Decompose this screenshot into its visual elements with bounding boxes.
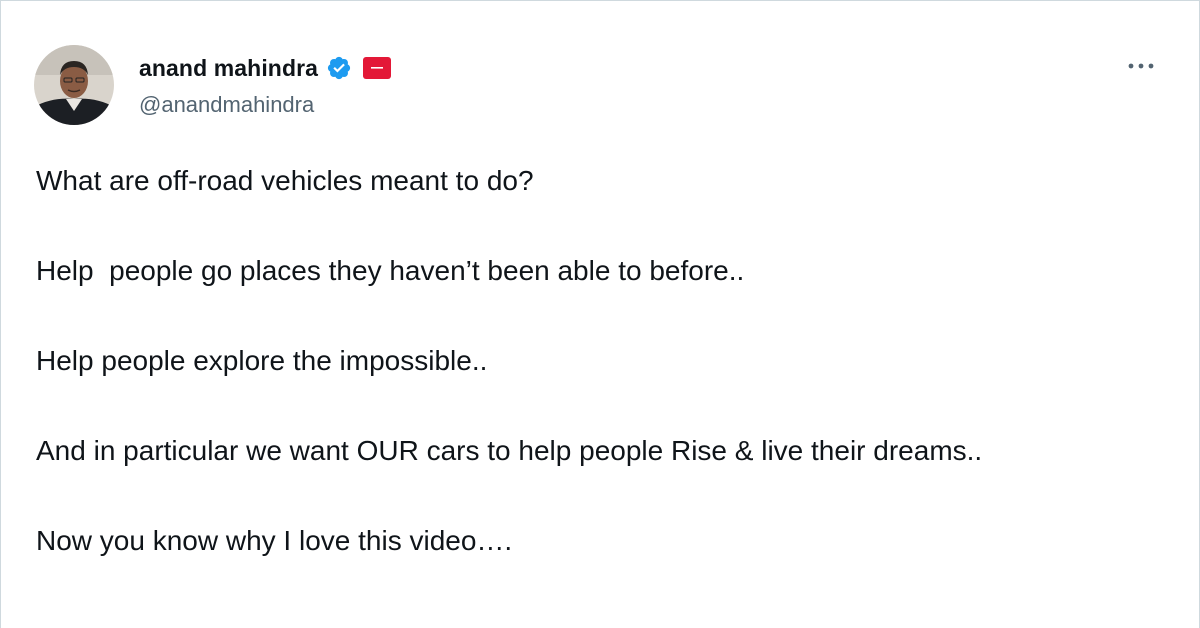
- tweet-text: What are off-road vehicles meant to do? …: [36, 160, 1116, 610]
- verified-badge-icon[interactable]: [326, 55, 352, 81]
- more-options-icon: [1128, 63, 1154, 69]
- more-options-button[interactable]: [1121, 51, 1161, 81]
- author-display-name[interactable]: anand mahindra: [139, 53, 318, 83]
- tweet-paragraph: Help people go places they haven’t been …: [36, 255, 745, 286]
- author-handle[interactable]: @anandmahindra: [139, 91, 314, 119]
- author-avatar[interactable]: [34, 45, 114, 125]
- author-name-row: anand mahindra: [139, 53, 392, 83]
- tweet-paragraph: Help people explore the impossible..: [36, 345, 488, 376]
- avatar-image: [34, 45, 114, 125]
- tweet-paragraph: What are off-road vehicles meant to do?: [36, 165, 534, 196]
- tweet-card: anand mahindra @anandmahindra What are o…: [0, 0, 1200, 628]
- tweet-paragraph: And in particular we want OUR cars to he…: [36, 435, 983, 466]
- mahindra-affiliate-badge-icon[interactable]: [362, 56, 392, 80]
- tweet-paragraph: Now you know why I love this video….: [36, 525, 513, 556]
